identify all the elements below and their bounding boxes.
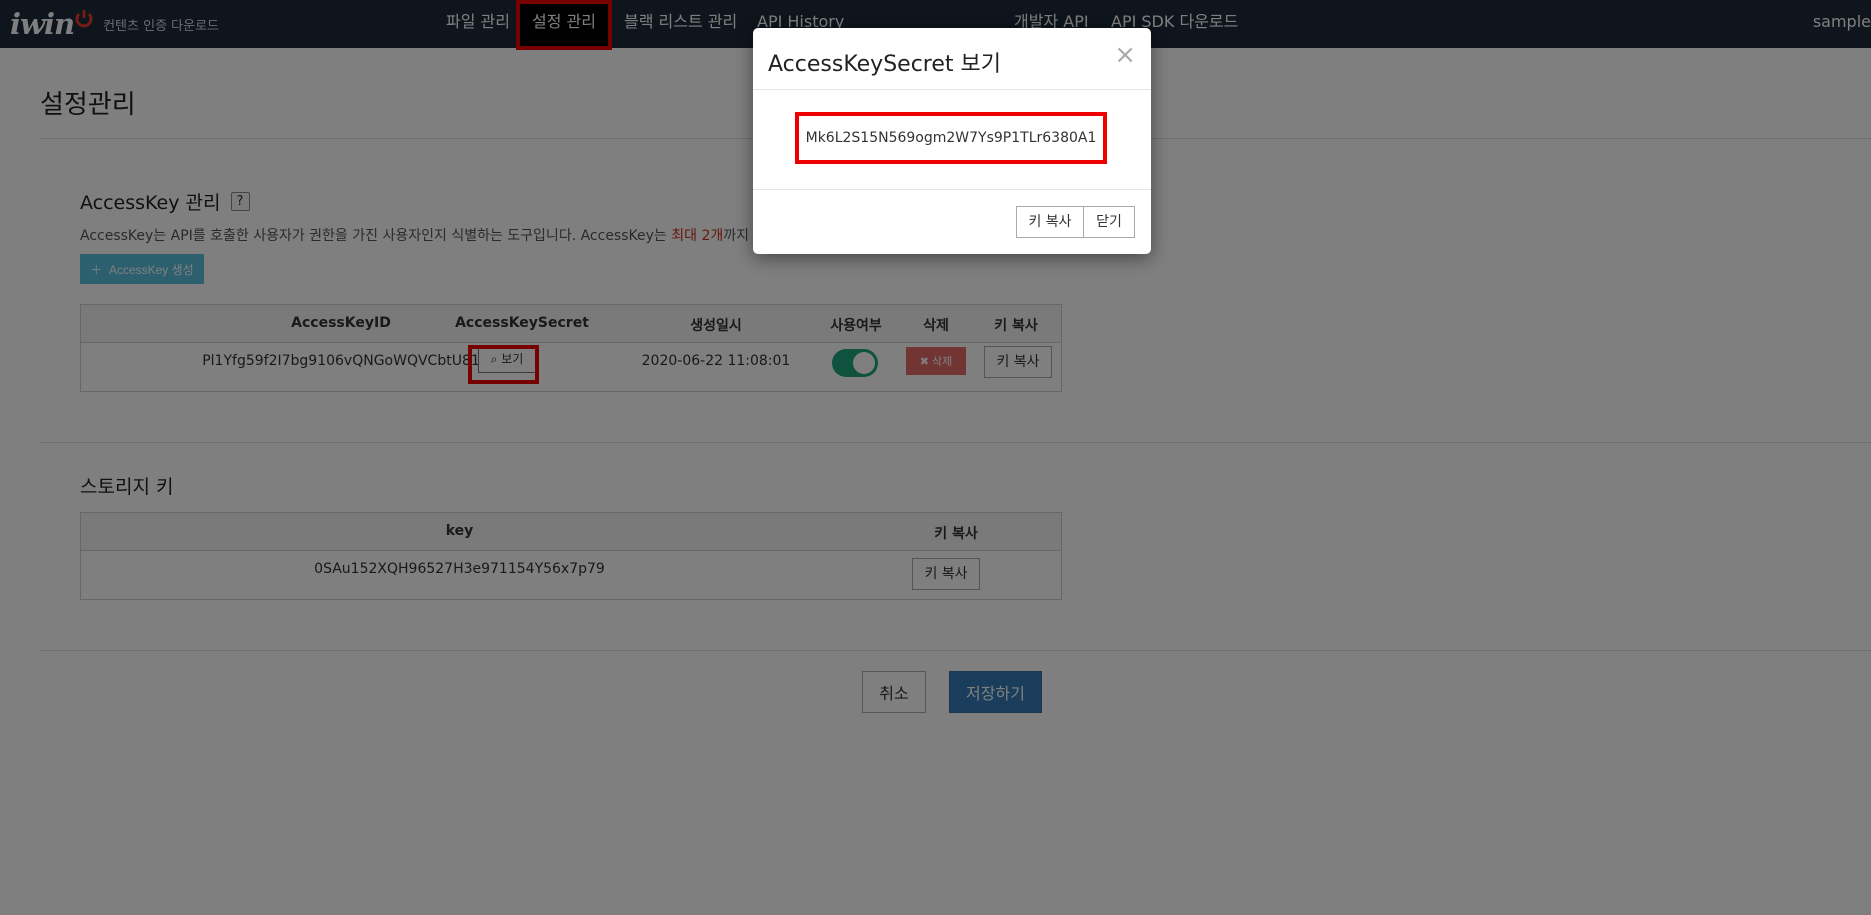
modal-divider: [753, 189, 1151, 190]
modal-copy-button[interactable]: 키 복사: [1016, 206, 1084, 238]
modal-title: AccessKeySecret 보기: [768, 52, 1001, 77]
modal-close-button[interactable]: 닫기: [1083, 206, 1135, 238]
modal-divider: [753, 89, 1151, 90]
secret-value: Mk6L2S15N569ogm2W7Ys9P1TLr6380A1: [795, 112, 1107, 164]
close-icon[interactable]: ×: [1114, 42, 1136, 68]
secret-modal: AccessKeySecret 보기 × Mk6L2S15N569ogm2W7Y…: [753, 28, 1151, 254]
